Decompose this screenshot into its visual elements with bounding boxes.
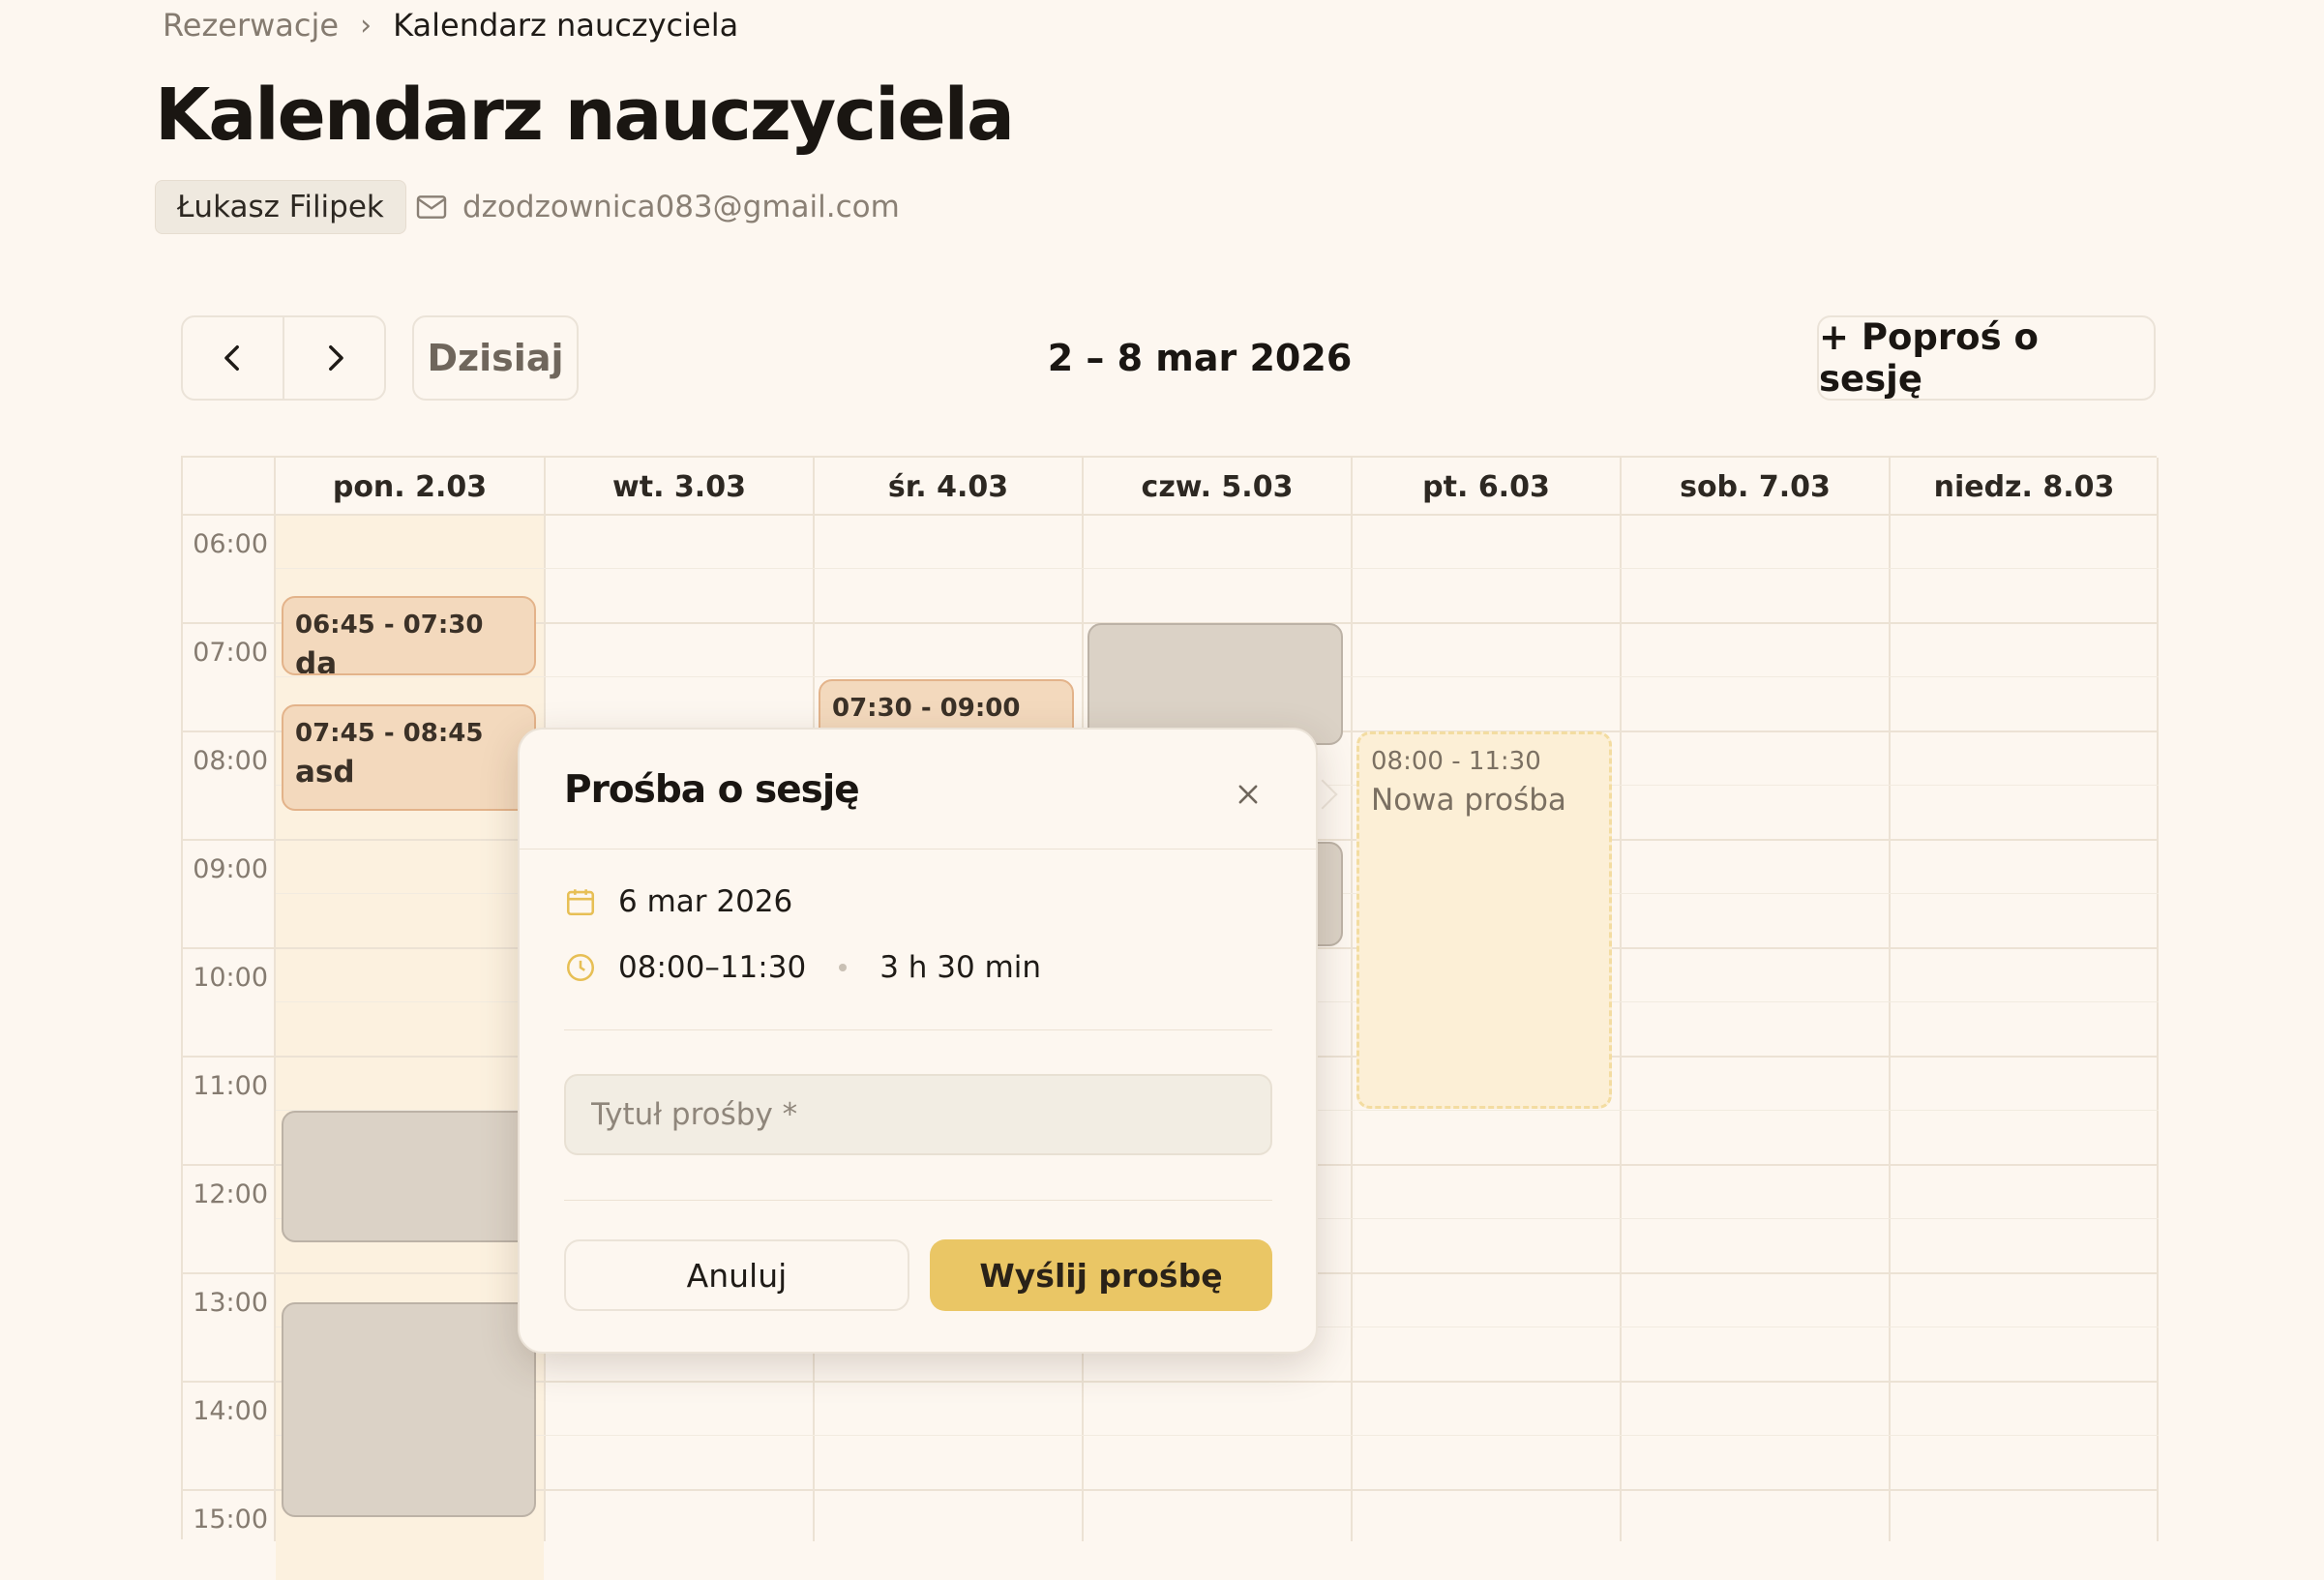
teacher-email: dzodzownica083@gmail.com — [416, 180, 900, 234]
time-label: 14:00 — [193, 1396, 268, 1426]
popover-title: Prośba o sesję — [564, 768, 860, 812]
request-time-row: 08:00–11:30 3 h 30 min — [564, 950, 1041, 985]
request-session-button[interactable]: + Poproś o sesję — [1817, 315, 2156, 401]
week-navigation — [181, 315, 386, 401]
time-label: 13:00 — [193, 1288, 268, 1318]
time-label: 15:00 — [193, 1505, 268, 1535]
time-label: 11:00 — [193, 1071, 268, 1101]
divider — [520, 849, 1316, 850]
day-header-fri: pt. 6.03 — [1422, 469, 1550, 504]
event-time: 06:45 - 07:30 — [295, 611, 484, 640]
divider — [564, 1200, 1272, 1201]
busy-slot — [282, 1302, 536, 1517]
event-card[interactable]: 06:45 - 07:30 da — [282, 596, 536, 675]
separator-dot — [839, 964, 848, 971]
event-time: 07:45 - 08:45 — [295, 719, 484, 748]
week-range-label: 2 – 8 mar 2026 — [1047, 337, 1353, 379]
request-date-row: 6 mar 2026 — [564, 884, 792, 919]
teacher-email-text: dzodzownica083@gmail.com — [462, 190, 900, 224]
day-header-sun: niedz. 8.03 — [1933, 469, 2115, 504]
mail-icon — [416, 195, 447, 219]
teacher-name-chip: Łukasz Filipek — [155, 180, 406, 234]
previous-week-button[interactable] — [183, 317, 283, 399]
breadcrumb-link-rezerwacje[interactable]: Rezerwacje — [163, 7, 339, 44]
busy-slot — [282, 1111, 536, 1242]
breadcrumb-current: Kalendarz nauczyciela — [393, 7, 739, 44]
pending-request-slot[interactable]: 08:00 - 11:30 Nowa prośba — [1356, 731, 1612, 1109]
close-button[interactable] — [1226, 772, 1270, 817]
time-label: 12:00 — [193, 1179, 268, 1209]
send-request-button[interactable]: Wyślij prośbę — [930, 1239, 1272, 1311]
teacher-name: Łukasz Filipek — [177, 190, 384, 224]
time-label: 10:00 — [193, 963, 268, 993]
event-title: da — [295, 646, 338, 675]
chevron-right-icon — [328, 344, 343, 372]
clock-icon — [566, 953, 595, 982]
breadcrumb: Rezerwacje › Kalendarz nauczyciela — [163, 4, 738, 46]
today-button[interactable]: Dzisiaj — [412, 315, 579, 401]
time-label: 07:00 — [193, 638, 268, 668]
event-time: 08:00 - 11:30 — [1371, 747, 1541, 776]
request-date: 6 mar 2026 — [618, 884, 793, 919]
event-time: 07:30 - 09:00 — [832, 694, 1021, 723]
next-week-button[interactable] — [283, 317, 384, 399]
calendar-icon — [566, 889, 595, 916]
day-header-sat: sob. 7.03 — [1680, 469, 1831, 504]
day-header-tue: wt. 3.03 — [612, 469, 746, 504]
chevron-right-icon: › — [360, 8, 372, 43]
time-label: 06:00 — [193, 529, 268, 559]
event-title: asd — [295, 755, 355, 790]
request-duration: 3 h 30 min — [879, 950, 1042, 985]
event-title: Nowa prośba — [1371, 783, 1566, 818]
day-header-thu: czw. 5.03 — [1141, 469, 1294, 504]
time-label: 09:00 — [193, 854, 268, 884]
chevron-left-icon — [223, 344, 239, 372]
request-time-range: 08:00–11:30 — [618, 950, 807, 985]
session-request-popover: Prośba o sesję 6 mar 2026 08:00–11:30 3 … — [518, 728, 1318, 1354]
close-icon — [1238, 785, 1258, 804]
page-title: Kalendarz nauczyciela — [155, 74, 1015, 157]
cancel-button[interactable]: Anuluj — [564, 1239, 909, 1311]
day-header-wed: śr. 4.03 — [887, 469, 1009, 504]
event-card[interactable]: 07:45 - 08:45 asd — [282, 704, 536, 811]
time-label: 08:00 — [193, 746, 268, 776]
divider — [564, 1029, 1272, 1030]
request-title-input[interactable] — [564, 1074, 1272, 1155]
day-header-mon: pon. 2.03 — [332, 469, 488, 504]
